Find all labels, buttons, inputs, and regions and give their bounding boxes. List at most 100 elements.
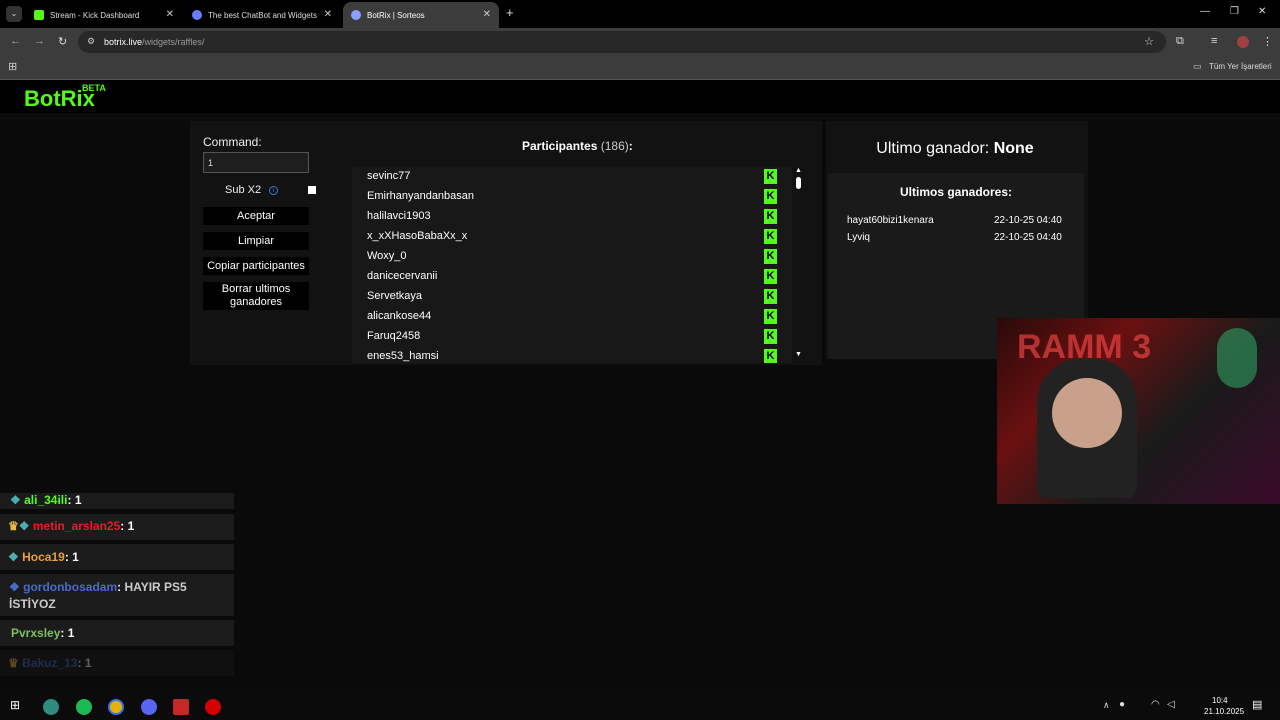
restore-icon[interactable]: ❐ [1230,6,1239,17]
site-info-icon[interactable]: ⚙ [87,36,95,47]
tab-search-icon[interactable]: ⌄ [6,6,22,22]
winner-time: 22-10-25 04:40 [994,215,1062,226]
bookmarks-bar: ⊞ ▭ Tüm Yer İşaretleri [0,56,1280,80]
info-icon[interactable]: i [269,186,278,195]
clock-date[interactable]: 21.10.2025 [1204,707,1244,716]
close-icon[interactable]: ✕ [483,9,491,20]
app-icon[interactable] [43,699,59,715]
menu-icon[interactable]: ⋮ [1262,35,1273,48]
kick-icon: K [764,289,777,304]
chat-message: ♛ Bakuz_13: 1 [0,650,234,676]
sub-x2-checkbox[interactable] [308,186,316,194]
chat-message: Pvrxsley: 1 [0,620,234,646]
crown-icon: ♛ [8,519,19,533]
windows-taskbar: ⊞ ∧ ● ◠ ◁ 10:4 21.10.2025 ▤ [0,693,1280,720]
kick-icon: K [764,249,777,264]
apps-grid-icon[interactable]: ⊞ [8,60,17,73]
app-icon[interactable] [173,699,189,715]
chat-user: ali_34ili [24,493,68,507]
tray-chevron-icon[interactable]: ∧ [1103,700,1110,711]
windows-start-icon[interactable]: ⊞ [10,698,20,712]
list-item: danicecervanii K [352,267,792,287]
tab-botrix-home[interactable]: The best ChatBot and Widgets ✕ [184,2,340,28]
participant-name: sevinc77 [367,170,411,182]
chat-message: ♛❖ metin_arslan25: 1 [0,514,234,540]
botrix-icon [192,10,202,20]
participants-list[interactable]: sevinc77 K Emirhanyandanbasan K halilavci1… [352,167,792,363]
microphone-icon[interactable]: ● [1119,699,1125,710]
address-bar[interactable]: ⚙ botrix.live/widgets/raffles/ ☆ [78,31,1166,53]
participant-name: Emirhanyandanbasan [367,190,475,202]
list-item: x_xXHasoBabaXx_x K [352,227,792,247]
kick-icon: K [764,269,777,284]
scroll-down-icon[interactable]: ▼ [795,351,802,358]
extensions-icon[interactable]: ⧉ [1176,35,1184,48]
close-icon[interactable]: ✕ [166,9,174,20]
tab-botrix-sorteos[interactable]: BotRix | Sorteos ✕ [343,2,499,28]
list-item: halilavci1903 K [352,207,792,227]
chat-user: metin_arslan25 [32,519,121,533]
scroll-thumb[interactable] [796,177,801,189]
chrome-icon[interactable] [108,699,124,715]
new-tab-button[interactable]: + [506,5,514,20]
chat-user: gordonbosadam [23,580,118,594]
spotify-icon[interactable] [76,699,92,715]
scroll-up-icon[interactable]: ▲ [795,167,802,174]
last-winner-value: None [993,140,1034,157]
kick-icon: K [764,329,777,344]
back-icon[interactable]: ← [10,35,21,47]
forward-icon[interactable]: → [34,35,45,47]
media-icon[interactable]: ≡ [1211,35,1217,47]
profile-avatar[interactable] [1237,36,1249,48]
winner-name: hayat60bizi1kenara [847,215,934,226]
minimize-icon[interactable]: — [1200,6,1210,17]
participant-name: Woxy_0 [367,250,407,262]
reload-icon[interactable]: ↻ [58,35,67,48]
winner-row: hayat60bizi1kenara 22-10-25 04:40 [847,215,1067,229]
participants-scrollbar[interactable]: ▲ ▼ [794,167,804,363]
clear-button[interactable]: Limpiar [203,232,309,250]
url-path: /widgets/raffles/ [142,37,205,47]
participant-name: halilavci1903 [367,210,431,222]
chat-text: 1 [72,550,79,564]
tab-kick-dashboard[interactable]: Stream - Kick Dashboard ✕ [26,2,182,28]
bookmark-star-icon[interactable]: ☆ [1144,35,1154,48]
browser-tab-bar: ⌄ Stream - Kick Dashboard ✕ The best Cha… [0,0,1280,28]
accept-button[interactable]: Aceptar [203,207,309,225]
delete-winners-button[interactable]: Borrar ultimos ganadores [203,282,309,310]
close-icon[interactable]: ✕ [324,9,332,20]
list-item: sevinc77 K [352,167,792,187]
wifi-icon[interactable]: ◠ [1151,699,1160,710]
participants-count: (186) [600,139,629,153]
discord-icon[interactable] [141,699,157,715]
last-winners-title: Ultimos ganadores: [899,185,1013,199]
chat-user: Hoca19 [22,550,65,564]
clock-time[interactable]: 10:4 [1212,696,1228,705]
winner-row: Lyviq 22-10-25 04:40 [847,232,1067,246]
list-item: Emirhanyandanbasan K [352,187,792,207]
participants-title: Participantes (186): [522,139,633,153]
kick-icon: K [764,189,777,204]
participant-name: x_xXHasoBabaXx_x [367,230,468,242]
site-header: BotRix BETA [0,81,1280,113]
close-window-icon[interactable]: ✕ [1258,6,1266,17]
kick-icon: K [764,169,777,184]
sub-x2-label: Sub X2 [225,184,262,196]
badge-icon: ❖ [8,550,19,564]
tab-title: BotRix | Sorteos [367,10,425,20]
notification-icon[interactable]: ▤ [1252,698,1262,711]
copy-participants-button[interactable]: Copiar participantes [203,257,309,275]
winner-time: 22-10-25 04:40 [994,232,1062,243]
chat-message: ❖ gordonbosadam: HAYIR PS5 İSTİYOZ [0,574,234,616]
all-bookmarks-link[interactable]: Tüm Yer İşaretleri [1209,62,1272,71]
chat-user: Pvrxsley [11,626,61,640]
streamer-face [1052,378,1122,448]
command-input[interactable] [203,152,309,173]
chat-user: Bakuz_13 [22,656,78,670]
volume-icon[interactable]: ◁ [1167,699,1175,710]
participant-name: enes53_hamsi [367,350,439,362]
list-item: enes53_hamsi K [352,347,792,363]
youtube-icon[interactable] [205,699,221,715]
last-winner-heading: Ultimo ganador: None [876,140,1034,157]
chat-message: ❖ Hoca19: 1 [0,544,234,570]
